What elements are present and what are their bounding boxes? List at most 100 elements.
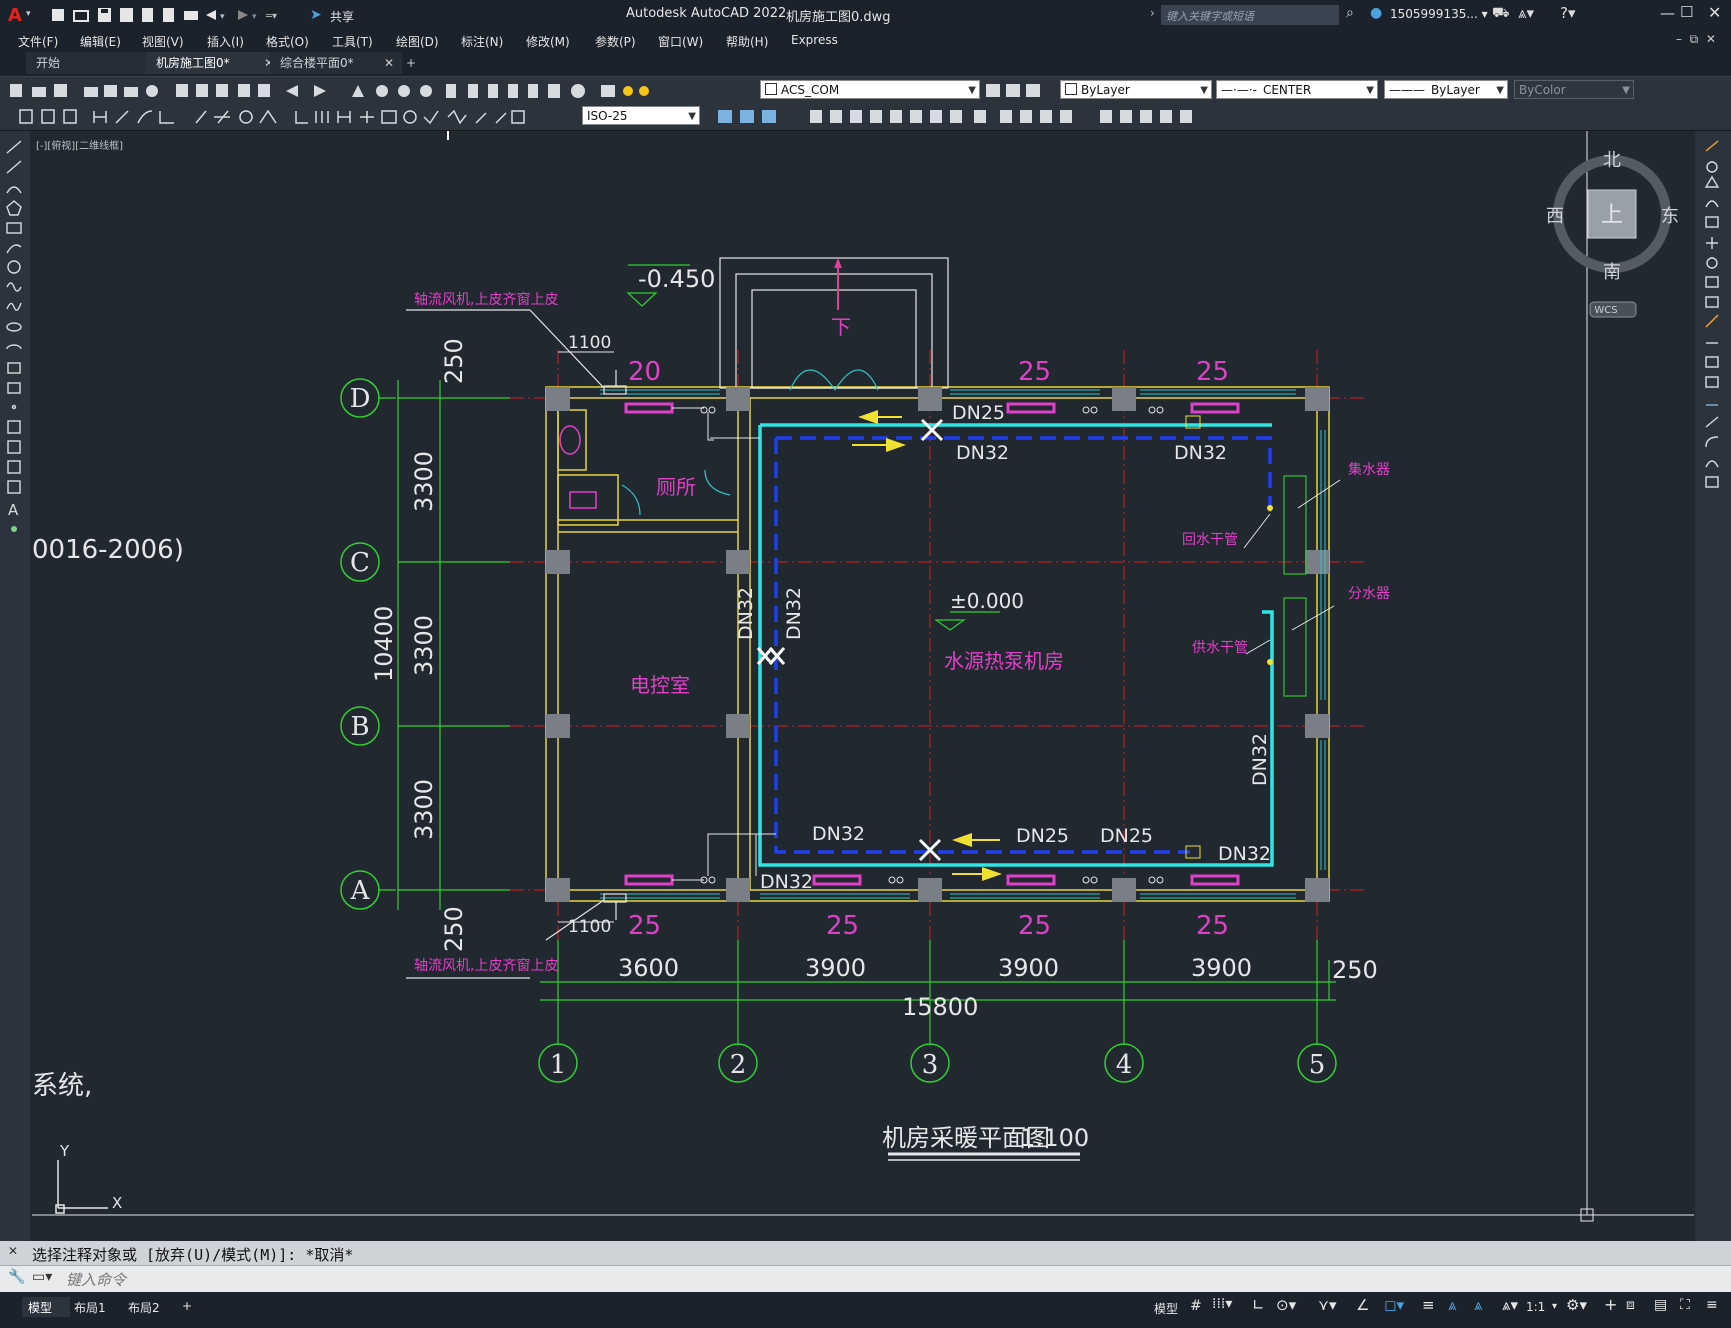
autodesk-app-icon[interactable]: ⩓▾ bbox=[1518, 4, 1534, 22]
lineweight-icon[interactable]: ≡ bbox=[1422, 1296, 1435, 1314]
wrench-icon[interactable]: 🔧 bbox=[8, 1269, 25, 1285]
model-space-toggle[interactable]: 模型 bbox=[1154, 1300, 1178, 1317]
menu-insert[interactable]: 插入(I) bbox=[207, 33, 244, 50]
command-input[interactable]: 键入命令 bbox=[66, 1269, 126, 1290]
units-icon[interactable]: ⧈ bbox=[1626, 1297, 1635, 1313]
dim-edit-icon bbox=[475, 112, 487, 124]
menu-express[interactable]: Express bbox=[791, 33, 838, 47]
standard-toolbar: ACS_COM ▼ ByLayer ▼ —·—·- CENTER ▼ ——— ByLaye… bbox=[0, 76, 1731, 104]
send-back-icon bbox=[1140, 110, 1152, 123]
drawing-canvas[interactable]: [-][俯视][二维线框] 下 D C B A 1 2 3 4 5 250 33… bbox=[32, 131, 1694, 1241]
command-prompt-icon[interactable]: ▭▾ bbox=[32, 1269, 52, 1285]
tab-close-icon[interactable]: ✕ bbox=[384, 52, 394, 74]
polar-icon[interactable]: ⊙▾ bbox=[1276, 1296, 1296, 1314]
scale-dropdown-icon[interactable]: ▾ bbox=[1552, 1301, 1557, 1312]
rad-count-bottom-1: 25 bbox=[628, 911, 661, 941]
maximize-icon[interactable]: ☐ bbox=[1680, 3, 1693, 21]
menu-help[interactable]: 帮助(H) bbox=[726, 33, 768, 50]
dim-3900-3: 3900 bbox=[1191, 954, 1252, 982]
viewcube-top: 上 bbox=[1601, 203, 1623, 228]
auto-scale-icon[interactable]: ⩓ bbox=[1474, 1296, 1482, 1314]
layer-tools[interactable] bbox=[984, 81, 1064, 101]
menu-draw[interactable]: 绘图(D) bbox=[396, 33, 439, 50]
lineweight-dropdown[interactable]: ——— ByLayer ▼ bbox=[1384, 80, 1508, 99]
standard-toolbar-icons[interactable] bbox=[6, 81, 666, 101]
menu-modify[interactable]: 修改(M) bbox=[526, 33, 570, 50]
quick-access-toolbar[interactable]: ▾ ▾ ═▾ bbox=[50, 6, 300, 24]
rectangle-icon bbox=[6, 222, 22, 234]
close-icon[interactable]: ✕ bbox=[1708, 3, 1721, 22]
menu-window[interactable]: 窗口(W) bbox=[658, 33, 703, 50]
linetype-dropdown[interactable]: —·—·- CENTER ▼ bbox=[1216, 80, 1378, 99]
annotation-visibility-icon[interactable]: ⩓ bbox=[1448, 1296, 1456, 1314]
table-tool-icon bbox=[7, 480, 21, 494]
object-snap-tracking-icon[interactable]: ∠ bbox=[1356, 1296, 1369, 1314]
annotation-monitor-icon[interactable]: + bbox=[1604, 1295, 1617, 1314]
viewcube-east: 东 bbox=[1661, 206, 1679, 227]
plotstyle-dropdown[interactable]: ByColor ▼ bbox=[1514, 80, 1634, 99]
search-icon[interactable]: ⌕ bbox=[1346, 5, 1354, 21]
new-layout-button[interactable]: + bbox=[182, 1299, 192, 1313]
undo-icon bbox=[286, 85, 298, 97]
user-icon[interactable]: ● bbox=[1370, 5, 1382, 21]
help-icon[interactable]: ?▾ bbox=[1560, 4, 1576, 22]
mtext-icon bbox=[41, 109, 55, 124]
workspace-gear-icon[interactable]: ⚙▾ bbox=[1566, 1296, 1587, 1314]
menu-edit[interactable]: 编辑(E) bbox=[80, 33, 121, 50]
dimstyle-dropdown[interactable]: ISO-25 ▼ bbox=[582, 106, 700, 125]
doc-window-controls[interactable]: – ⧉ ✕ bbox=[1676, 32, 1716, 47]
menu-format[interactable]: 格式(O) bbox=[266, 33, 309, 50]
annotation-scale-icon[interactable]: ⩓▾ bbox=[1502, 1296, 1518, 1314]
share-button[interactable]: 共享 bbox=[330, 8, 354, 25]
tab-drawing-active[interactable]: 机房施工图0* ✕ bbox=[146, 52, 282, 74]
dimension-toolbar-icons[interactable] bbox=[6, 107, 576, 127]
fan-note-bottom: 轴流风机,上皮齐窗上皮 bbox=[414, 957, 558, 974]
viewcube-south: 南 bbox=[1603, 262, 1621, 283]
command-line[interactable]: 🔧 ▭▾ 键入命令 bbox=[0, 1265, 1731, 1293]
layer-dropdown[interactable]: ACS_COM ▼ bbox=[760, 80, 980, 99]
layout-tab-model[interactable]: 模型 bbox=[22, 1297, 70, 1317]
ortho-icon[interactable]: ∟ bbox=[1252, 1296, 1265, 1314]
menu-file[interactable]: 文件(F) bbox=[18, 33, 58, 50]
dim-250-bottom: 250 bbox=[440, 906, 468, 952]
menu-view[interactable]: 视图(V) bbox=[142, 33, 184, 50]
isodraft-icon[interactable]: ⋎▾ bbox=[1318, 1296, 1337, 1314]
layer-state-icon bbox=[1026, 84, 1040, 97]
dim-total-rows: 10400 bbox=[370, 606, 398, 682]
autocad-logo-icon[interactable]: A bbox=[8, 5, 22, 26]
3d-dwf-icon bbox=[146, 85, 158, 97]
user-account[interactable]: 1505999135... ▾ bbox=[1390, 7, 1488, 21]
clean-screen-icon[interactable]: ⛶ bbox=[1680, 1297, 1690, 1313]
annotation-scale-value[interactable]: 1:1 bbox=[1526, 1300, 1545, 1314]
new-tab-button[interactable]: + bbox=[396, 52, 426, 74]
snap-icon[interactable]: ⁞⁞⁞▾ bbox=[1212, 1296, 1232, 1312]
tab-start[interactable]: 开始 bbox=[26, 52, 162, 74]
modify-side-icons[interactable] bbox=[1703, 137, 1725, 557]
search-input[interactable]: 键入关键字或短语 bbox=[1161, 5, 1339, 25]
menu-dimension[interactable]: 标注(N) bbox=[461, 33, 503, 50]
minimize-icon[interactable]: — bbox=[1660, 4, 1675, 22]
baseline-icon bbox=[315, 111, 329, 123]
chamfer-icon bbox=[1020, 110, 1032, 123]
command-close-icon[interactable]: ✕ bbox=[8, 1244, 18, 1258]
layout-tab-2[interactable]: 布局2 bbox=[128, 1299, 160, 1316]
expand-arrow-icon[interactable]: › bbox=[1150, 6, 1155, 20]
chevron-down-icon[interactable]: ▾ bbox=[26, 9, 31, 19]
grid-icon[interactable]: # bbox=[1190, 1298, 1202, 1314]
layer-name: ACS_COM bbox=[781, 83, 840, 97]
tab-label: 机房施工图0* bbox=[156, 56, 230, 70]
modify-toolbar-icons[interactable] bbox=[704, 107, 1224, 127]
draw-toolbar-icons[interactable]: A bbox=[4, 137, 26, 577]
dim-3300-3: 3300 bbox=[410, 779, 438, 840]
rad-count-top-1: 20 bbox=[628, 357, 661, 387]
layout-tab-1[interactable]: 布局1 bbox=[74, 1299, 106, 1316]
menu-parametric[interactable]: 参数(P) bbox=[595, 33, 636, 50]
cart-icon[interactable]: ⛟ bbox=[1492, 5, 1510, 23]
customization-icon[interactable]: ≡ bbox=[1706, 1297, 1718, 1313]
menu-tools[interactable]: 工具(T) bbox=[332, 33, 373, 50]
tab-drawing-2[interactable]: 综合楼平面0* ✕ bbox=[270, 52, 402, 74]
revcloud-icon bbox=[6, 282, 22, 292]
color-dropdown[interactable]: ByLayer ▼ bbox=[1060, 80, 1212, 99]
object-snap-icon[interactable]: ◻▾ bbox=[1384, 1296, 1404, 1314]
quick-properties-icon[interactable]: ▤ bbox=[1654, 1297, 1667, 1313]
